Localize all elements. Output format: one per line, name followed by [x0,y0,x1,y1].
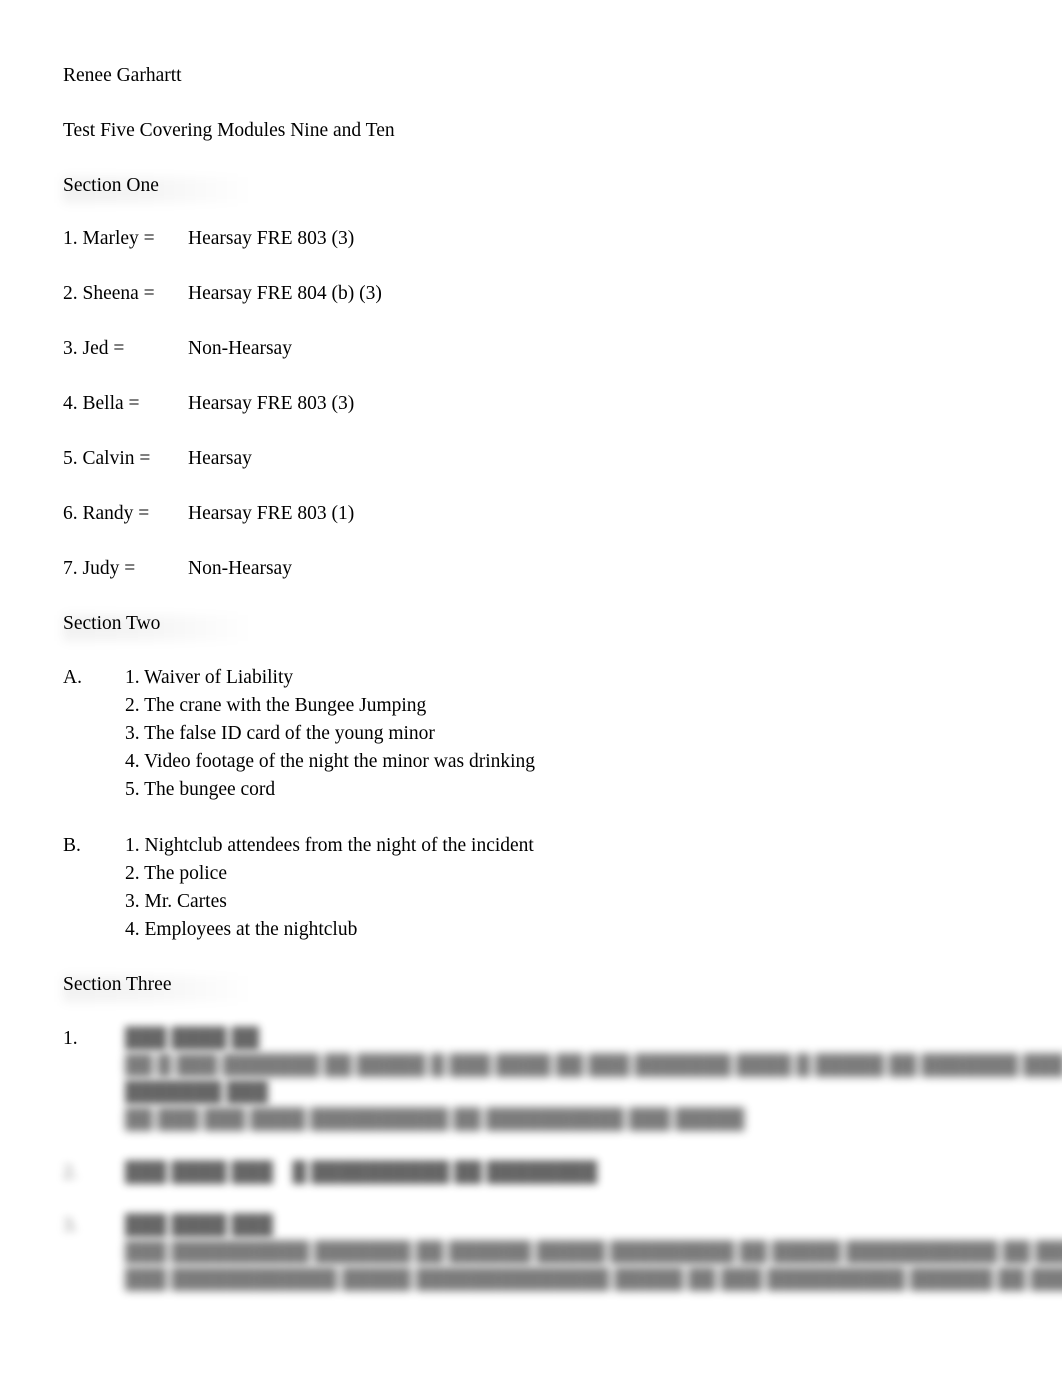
section-two-heading: Section Two [63,611,160,636]
group-a-sublist: 1. Waiver of Liability 2. The crane with… [125,664,1003,804]
redacted-body: ███ ████ ███ █ ██████████ ██ ████████ [125,1159,1003,1186]
redacted-list-item: 2. ███ ████ ███ █ ██████████ ██ ████████ [63,1159,1003,1186]
row-value: Non-Hearsay [188,338,292,359]
group-b-sublist: 1. Nightclub attendees from the night of… [125,832,1003,944]
section-two-heading-label: Section Two [63,613,161,634]
page-title: Test Five Covering Modules Nine and Ten [63,120,395,141]
table-row: 5. Calvin = Hearsay [63,446,1003,471]
table-row: 3. Jed = Non-Hearsay [63,336,1003,361]
table-row: 1. Marley = Hearsay FRE 803 (3) [63,226,1003,251]
row-value: Hearsay FRE 804 (b) (3) [188,283,382,304]
redacted-body: ███ ████ ███ ███ ██████████ ███████ ██ █… [125,1212,1062,1293]
row-key: 3. Jed = [63,338,125,359]
redacted-list-item: 1. ███ ████ ██ ██ █ ███ ███████ ██ █████… [63,1025,1062,1133]
table-row: 6. Randy = Hearsay FRE 803 (1) [63,501,1003,526]
item-number: 3. [63,1215,78,1236]
document-body: Renee Garhartt Test Five Covering Module… [63,63,1062,1319]
redacted-body: ███ ████ ██ ██ █ ███ ███████ ██ █████ █ … [125,1025,1062,1133]
redacted-text-line: ███ ████ ███ [125,1215,273,1236]
redacted-text-line: ██ ███ ███ ████ ██████████ ██ ██████████… [125,1109,745,1130]
row-value: Hearsay FRE 803 (3) [188,393,355,414]
table-row: 7. Judy = Non-Hearsay [63,556,1003,581]
row-value: Hearsay [188,448,252,469]
redacted-text-line: ███ ██████████ ███████ ██ ██████ █████ █… [125,1242,1062,1263]
section-three-heading: Section Three [63,972,171,997]
list-item: 5. The bungee cord [125,779,276,800]
section-one-heading-label: Section One [63,175,159,196]
list-item: 1. Waiver of Liability [125,667,294,688]
row-key: 7. Judy = [63,558,136,579]
list-item: 1. Nightclub attendees from the night of… [125,835,534,856]
redacted-list-item: 3. ███ ████ ███ ███ ██████████ ███████ █… [63,1212,1062,1293]
row-value: Hearsay FRE 803 (3) [188,228,355,249]
row-key: 2. Sheena = [63,283,155,304]
row-value: Non-Hearsay [188,558,292,579]
list-item: 3. The false ID card of the young minor [125,723,435,744]
row-key: 5. Calvin = [63,448,151,469]
section-one-heading-wrap: Section One [63,173,1003,203]
item-number: 2. [63,1162,78,1183]
redacted-text-line: ███ ████ ███ █ ██████████ ██ ████████ [125,1162,598,1183]
list-item: 3. Mr. Cartes [125,891,227,912]
table-row: 2. Sheena = Hearsay FRE 804 (b) (3) [63,281,1003,306]
list-item: 4. Employees at the nightclub [125,919,358,940]
list-item: 4. Video footage of the night the minor … [125,751,536,772]
section-three-heading-wrap: Section Three [63,972,1003,1002]
section-two-heading-wrap: Section Two [63,611,1003,641]
redacted-text-line: ███████ ███ [125,1082,269,1103]
redacted-text-line: ██ █ ███ ███████ ██ █████ █ ███ ████ ██ … [125,1055,1062,1076]
list-item: B. 1. Nightclub attendees from the night… [63,832,1003,944]
list-item: 2. The police [125,863,227,884]
list-item: A. 1. Waiver of Liability 2. The crane w… [63,664,1003,804]
section-one-list: 1. Marley = Hearsay FRE 803 (3) 2. Sheen… [63,226,1003,581]
row-key: 1. Marley = [63,228,155,249]
author-line: Renee Garhartt [63,65,182,86]
group-letter-label: B. [63,835,81,856]
section-three-heading-label: Section Three [63,974,172,995]
list-item: 2. The crane with the Bungee Jumping [125,695,427,716]
document-page: Renee Garhartt Test Five Covering Module… [0,0,1062,1377]
section-one-heading: Section One [63,173,159,198]
row-value: Hearsay FRE 803 (1) [188,503,355,524]
table-row: 4. Bella = Hearsay FRE 803 (3) [63,391,1003,416]
redacted-text-line: ███ ████████████ █████ ██████████████ ██… [125,1269,1062,1290]
group-letter-label: A. [63,667,82,688]
row-key: 6. Randy = [63,503,150,524]
item-number: 1. [63,1028,78,1049]
row-key: 4. Bella = [63,393,140,414]
redacted-text-line: ███ ████ ██ [125,1028,260,1049]
